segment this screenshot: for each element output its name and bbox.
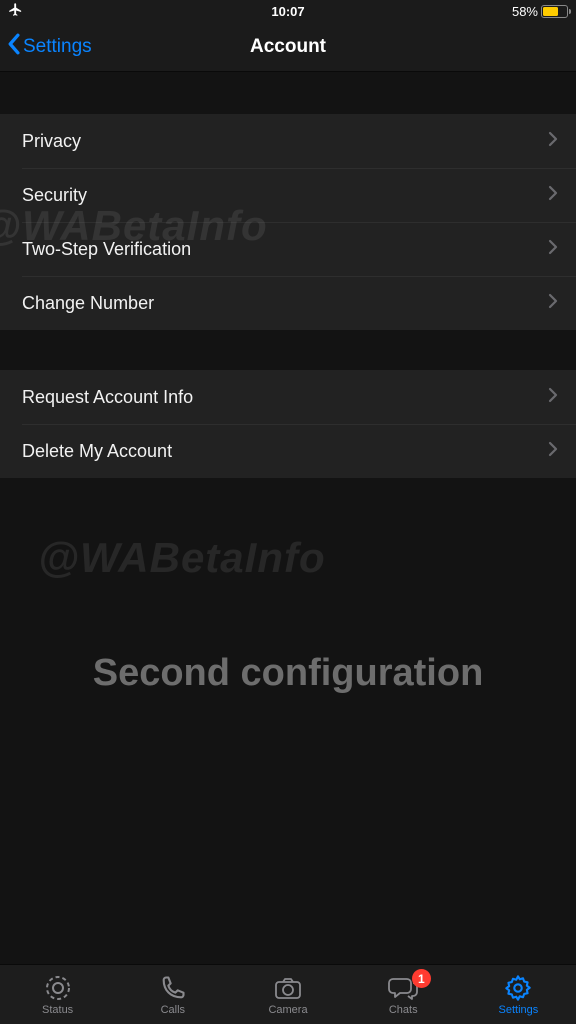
chevron-right-icon	[548, 239, 558, 260]
tab-bar: Status Calls Camera 1 Chats	[0, 964, 576, 1024]
row-delete-my-account[interactable]: Delete My Account	[0, 424, 576, 478]
tab-label: Calls	[161, 1004, 185, 1016]
status-left	[8, 2, 23, 20]
battery-icon	[541, 5, 568, 18]
chevron-right-icon	[548, 387, 558, 408]
overlay-caption: Second configuration	[0, 652, 576, 695]
tab-calls[interactable]: Calls	[115, 965, 230, 1024]
tab-label: Chats	[389, 1004, 418, 1016]
chats-badge: 1	[412, 969, 431, 988]
camera-icon	[273, 974, 303, 1002]
watermark-text: @WABetaInfo	[38, 534, 326, 582]
status-bar: 10:07 58%	[0, 0, 576, 22]
back-button[interactable]: Settings	[6, 33, 92, 61]
row-change-number[interactable]: Change Number	[0, 276, 576, 330]
tab-settings[interactable]: Settings	[461, 965, 576, 1024]
tab-status[interactable]: Status	[0, 965, 115, 1024]
chevron-left-icon	[6, 33, 21, 61]
row-label: Two-Step Verification	[22, 239, 191, 260]
row-label: Delete My Account	[22, 441, 172, 462]
row-label: Change Number	[22, 293, 154, 314]
settings-group-1: Privacy Security Two-Step Verification C…	[0, 114, 576, 330]
navigation-bar: Settings Account	[0, 22, 576, 72]
row-label: Security	[22, 185, 87, 206]
phone-icon	[159, 974, 187, 1002]
status-right: 58%	[512, 4, 568, 19]
chevron-right-icon	[548, 185, 558, 206]
airplane-mode-icon	[8, 2, 23, 20]
chevron-right-icon	[548, 293, 558, 314]
row-two-step-verification[interactable]: Two-Step Verification	[0, 222, 576, 276]
status-time: 10:07	[271, 4, 304, 19]
tab-label: Settings	[499, 1004, 539, 1016]
settings-group-2: Request Account Info Delete My Account	[0, 370, 576, 478]
status-icon	[44, 974, 72, 1002]
page-title: Account	[250, 36, 326, 58]
back-label: Settings	[23, 36, 92, 58]
chevron-right-icon	[548, 131, 558, 152]
row-label: Request Account Info	[22, 387, 193, 408]
row-label: Privacy	[22, 131, 81, 152]
row-request-account-info[interactable]: Request Account Info	[0, 370, 576, 424]
tab-label: Status	[42, 1004, 73, 1016]
content-area: Privacy Security Two-Step Verification C…	[0, 72, 576, 478]
tab-chats[interactable]: 1 Chats	[346, 965, 461, 1024]
chevron-right-icon	[548, 441, 558, 462]
row-security[interactable]: Security	[0, 168, 576, 222]
tab-camera[interactable]: Camera	[230, 965, 345, 1024]
gear-icon	[504, 974, 532, 1002]
tab-label: Camera	[268, 1004, 307, 1016]
battery-percent-text: 58%	[512, 4, 538, 19]
row-privacy[interactable]: Privacy	[0, 114, 576, 168]
